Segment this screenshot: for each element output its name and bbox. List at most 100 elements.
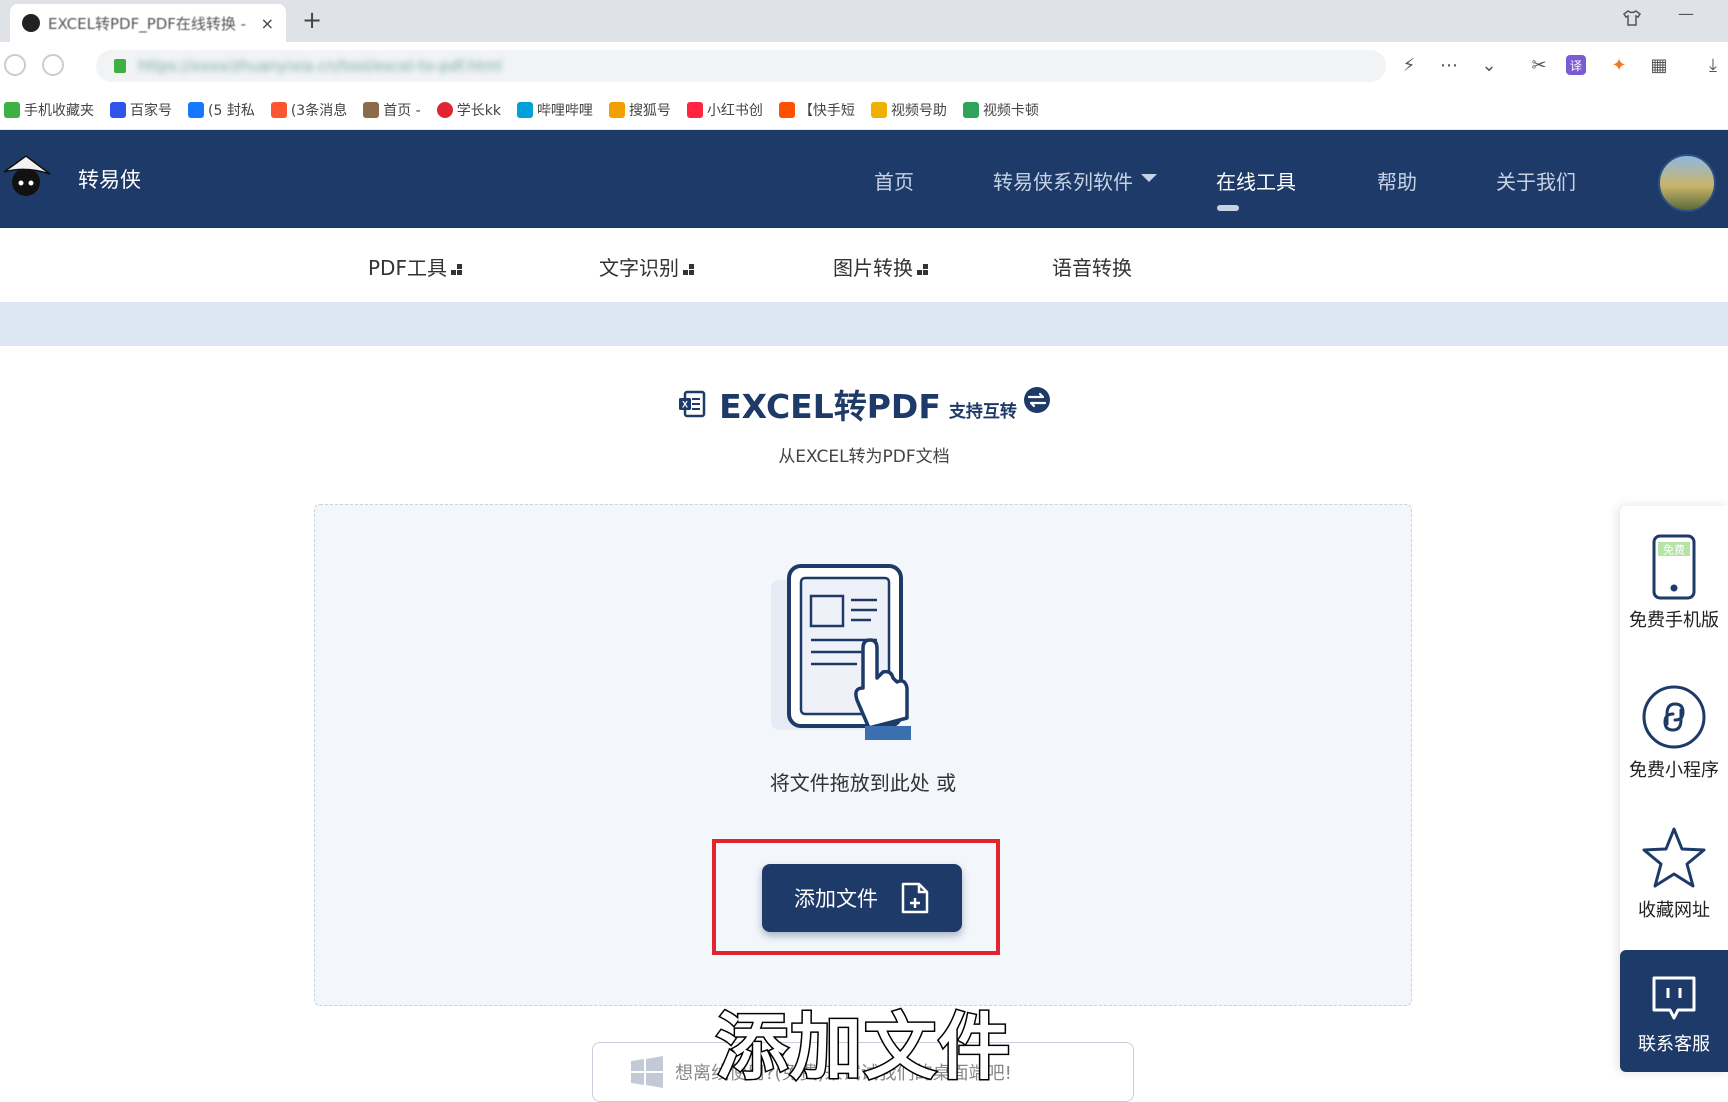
- nav-software[interactable]: 转易侠系列软件: [993, 166, 1157, 195]
- title-row: X EXCEL转PDF 支持互转: [0, 380, 1728, 428]
- bookmark-label: 视频号助: [890, 102, 947, 119]
- zhihu-icon: [188, 101, 204, 118]
- subnav-ocr[interactable]: 文字识别: [599, 252, 695, 281]
- game-icon[interactable]: ✦: [1606, 52, 1632, 78]
- book-icon: [363, 101, 380, 118]
- paw-icon: [110, 101, 126, 118]
- more-icon[interactable]: ⋯: [1436, 52, 1462, 78]
- add-file-label: 添加文件: [794, 887, 878, 911]
- back-icon[interactable]: [4, 54, 26, 76]
- bookmark-label: 哔哩哔哩: [536, 102, 593, 119]
- bookmark-item[interactable]: 哔哩哔哩: [516, 100, 593, 120]
- bookmark-label: 手机收藏夹: [24, 102, 94, 119]
- caret-down-icon: [1141, 173, 1157, 182]
- bookmark-item[interactable]: 首页 -: [363, 100, 421, 120]
- bookmark-label: 百家号: [130, 102, 172, 119]
- bookmark-label: 视频卡顿: [982, 102, 1039, 119]
- grid-dots-icon: [683, 264, 695, 276]
- page-title: X EXCEL转PDF 支持互转: [677, 380, 1051, 428]
- bookmark-item[interactable]: 视频号助: [870, 100, 947, 120]
- bookmark-item[interactable]: 手机收藏夹: [4, 100, 94, 120]
- file-plus-icon: [901, 882, 929, 914]
- bookmarks-bar: 手机收藏夹 百家号 (5 封私 (3条消息 首页 - 学长kk 哔哩哔哩 搜狐号…: [0, 90, 1728, 130]
- nav-software-label: 转易侠系列软件: [993, 170, 1133, 194]
- sidebar-bookmark-site[interactable]: 收藏网址: [1620, 826, 1728, 922]
- active-nav-indicator: [1217, 205, 1239, 211]
- site-header: 转易侠 首页 转易侠系列软件 在线工具 帮助 关于我们: [0, 130, 1728, 228]
- star-icon: [1642, 827, 1706, 888]
- site-favicon-icon: [22, 14, 40, 32]
- tab-close-icon[interactable]: ×: [261, 14, 274, 33]
- chevron-down-icon[interactable]: ⌄: [1476, 52, 1502, 78]
- nav-help[interactable]: 帮助: [1377, 166, 1417, 195]
- channels-icon: [870, 101, 887, 118]
- bookmark-label: 学长kk: [456, 102, 501, 119]
- bookmark-item[interactable]: (5 封私: [188, 100, 255, 120]
- download-icon[interactable]: ⤓: [1700, 52, 1726, 78]
- phone-badge: 免费: [1663, 543, 1685, 557]
- subnav-pdf-tools[interactable]: PDF工具: [368, 252, 463, 281]
- nav-online-tools[interactable]: 在线工具: [1216, 166, 1296, 195]
- brand-name[interactable]: 转易侠: [78, 164, 141, 194]
- bookmark-item[interactable]: 搜狐号: [608, 100, 671, 120]
- bookmark-item[interactable]: 【快手短: [778, 100, 855, 120]
- kuaishou-icon: [778, 101, 795, 118]
- scissors-icon[interactable]: ✂: [1526, 52, 1552, 78]
- mobile-phone-icon: 免费: [1652, 534, 1696, 600]
- nav-home[interactable]: 首页: [874, 166, 914, 195]
- title-badge: 支持互转: [948, 401, 1017, 422]
- bilibili-icon: [516, 101, 533, 118]
- sidebar-mini-program[interactable]: 免费小程序: [1620, 684, 1728, 782]
- minimize-icon[interactable]: —: [1678, 4, 1694, 23]
- bookmark-item[interactable]: 学长kk: [436, 100, 501, 120]
- bookmark-label: 搜狐号: [628, 102, 671, 119]
- sidebar-label: 免费手机版: [1629, 610, 1719, 631]
- play-icon: [436, 101, 453, 118]
- subnav-label: 语音转换: [1052, 256, 1132, 280]
- excel-file-icon: X: [679, 390, 706, 418]
- subnav-image-convert[interactable]: 图片转换: [833, 252, 929, 281]
- shirt-skin-icon[interactable]: [1622, 8, 1642, 32]
- drop-hint: 将文件拖放到此处 或: [769, 771, 957, 795]
- bookmark-label: 首页 -: [383, 102, 421, 119]
- translate-icon[interactable]: 译: [1566, 55, 1586, 75]
- tablet-touch-icon: [771, 564, 911, 740]
- sidebar-label: 收藏网址: [1638, 900, 1710, 921]
- url-text: https://xxxx/zhuanyixia.cn/tool/excel-to…: [138, 57, 502, 75]
- bookmark-item[interactable]: 百家号: [110, 100, 172, 120]
- tab-title: EXCEL转PDF_PDF在线转换 -: [48, 14, 247, 33]
- apps-grid-icon[interactable]: ▦: [1646, 52, 1672, 78]
- add-file-button[interactable]: 添加文件: [762, 864, 962, 932]
- subnav-audio-convert[interactable]: 语音转换: [1052, 252, 1132, 281]
- grid-dots-icon: [917, 264, 929, 276]
- grid-dots-icon: [450, 264, 463, 276]
- bookmark-item[interactable]: 视频卡顿: [962, 100, 1039, 120]
- video-caption: 添加文件: [714, 1004, 1012, 1091]
- page-title-text: EXCEL转PDF: [719, 387, 941, 426]
- page-subtitle: 从EXCEL转为PDF文档: [778, 447, 950, 467]
- sidebar-label: 免费小程序: [1629, 760, 1719, 781]
- lightning-icon[interactable]: ⚡: [1396, 52, 1422, 78]
- bookmark-item[interactable]: 小红书创: [686, 100, 763, 120]
- new-tab-button[interactable]: +: [302, 6, 322, 34]
- brand-logo-icon[interactable]: [2, 150, 52, 200]
- sidebar-mobile-version[interactable]: 免费 免费手机版: [1620, 534, 1728, 632]
- browser-tab[interactable]: EXCEL转PDF_PDF在线转换 - ×: [10, 4, 286, 42]
- csdn-icon: [270, 101, 287, 118]
- browser-tab-bar: EXCEL转PDF_PDF在线转换 - × + —: [0, 0, 1728, 42]
- xiaohongshu-icon: [686, 101, 703, 118]
- user-avatar[interactable]: [1658, 154, 1716, 212]
- secure-lock-icon: [114, 59, 126, 73]
- url-field[interactable]: https://xxxx/zhuanyixia.cn/tool/excel-to…: [96, 50, 1386, 82]
- subnav-label: PDF工具: [368, 256, 447, 280]
- swap-icon[interactable]: [1023, 386, 1051, 414]
- bookmark-item[interactable]: (3条消息: [270, 100, 347, 120]
- refresh-icon[interactable]: [42, 54, 64, 76]
- nav-about[interactable]: 关于我们: [1496, 166, 1576, 195]
- subnav-label: 文字识别: [599, 256, 679, 280]
- bookmark-label: 【快手短: [798, 102, 855, 119]
- banner-strip: [0, 302, 1728, 346]
- crop-icon: [962, 101, 979, 118]
- phone-bookmark-icon: [4, 101, 20, 118]
- link-circle-icon: [1642, 685, 1706, 749]
